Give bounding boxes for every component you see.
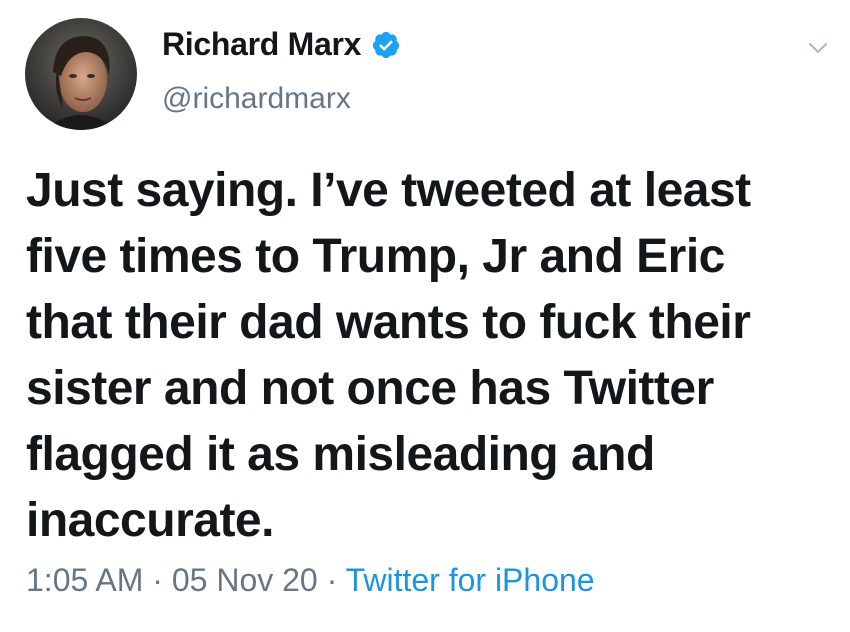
author-handle[interactable]: @richardmarx — [162, 82, 351, 116]
verified-badge-icon — [371, 30, 401, 60]
tweet-time[interactable]: 1:05 AM — [26, 562, 143, 598]
tweet-source[interactable]: Twitter for iPhone — [346, 562, 595, 598]
avatar-image — [25, 18, 137, 130]
tweet-meta: 1:05 AM · 05 Nov 20 · Twitter for iPhone — [26, 562, 595, 599]
tweet-text: Just saying. I’ve tweeted at least five … — [26, 164, 751, 547]
chevron-down-icon[interactable] — [806, 36, 830, 60]
tweet-card: Richard Marx @richardmarx Just saying. I… — [0, 0, 850, 632]
tweet-date[interactable]: 05 Nov 20 — [172, 562, 318, 598]
meta-separator: · — [152, 562, 163, 598]
avatar[interactable] — [25, 18, 137, 130]
author-name-row: Richard Marx — [162, 26, 401, 63]
author-display-name[interactable]: Richard Marx — [162, 26, 361, 63]
meta-separator: · — [326, 562, 338, 598]
